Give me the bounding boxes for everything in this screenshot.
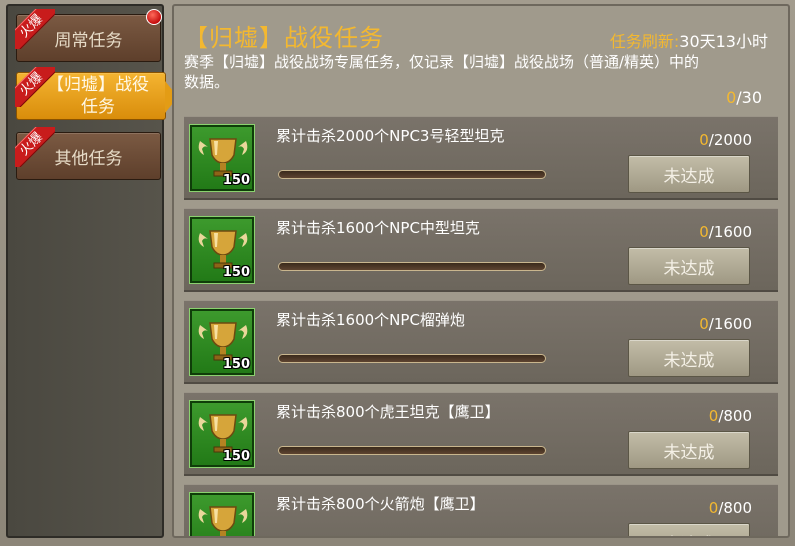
task-row: 150 累计击杀800个虎王坦克【鹰卫】 0/800 未达成 xyxy=(184,392,778,476)
task-row: 150 累计击杀1600个NPC中型坦克 0/1600 未达成 xyxy=(184,208,778,292)
reward-count: 150 xyxy=(222,265,250,280)
hot-badge: 火爆 xyxy=(15,127,55,167)
tab-campaign-tasks[interactable]: 火爆 【归墟】战役任务 xyxy=(15,67,178,120)
task-progress: 0/800 xyxy=(708,499,752,517)
claim-button[interactable]: 未达成 xyxy=(628,431,750,469)
progress-bar xyxy=(278,170,546,179)
reward-count: 150 xyxy=(222,357,250,372)
reward-icon-box[interactable]: 150 xyxy=(189,308,255,376)
task-progress: 0/1600 xyxy=(699,223,752,241)
claim-button[interactable]: 未达成 xyxy=(628,339,750,377)
hot-badge: 火爆 xyxy=(15,67,55,107)
tab-label: 【归墟】战役任务 xyxy=(47,75,149,117)
panel-title: 【归墟】战役任务 xyxy=(184,24,384,52)
task-name: 累计击杀1600个NPC榴弹炮 xyxy=(276,311,465,329)
hot-badge: 火爆 xyxy=(15,9,55,49)
claim-button[interactable]: 未达成 xyxy=(628,247,750,285)
task-row: 150 累计击杀2000个NPC3号轻型坦克 0/2000 未达成 xyxy=(184,116,778,200)
tab-label: 其他任务 xyxy=(54,148,123,169)
reward-count: 150 xyxy=(222,449,250,464)
total-progress: 0/30 xyxy=(726,88,762,107)
claim-button[interactable]: 未达成 xyxy=(628,155,750,193)
reward-icon-box[interactable]: 150 xyxy=(189,216,255,284)
notification-dot xyxy=(146,9,162,25)
panel-description: 赛季【归墟】战役战场专属任务，仅记录【归墟】战役战场（普通/精英）中的数据。 xyxy=(184,53,700,91)
tab-other-tasks[interactable]: 火爆 其他任务 xyxy=(15,127,161,180)
progress-bar xyxy=(278,262,546,271)
progress-bar xyxy=(278,354,546,363)
task-panel: 【归墟】战役任务 任务刷新:30天13小时 赛季【归墟】战役战场专属任务，仅记录… xyxy=(172,4,790,538)
trophy-icon xyxy=(198,506,248,536)
tab-label: 周常任务 xyxy=(54,30,123,51)
task-name: 累计击杀800个火箭炮【鹰卫】 xyxy=(276,495,485,513)
sidebar: 火爆 周常任务 火爆 【归墟】战役任务 火爆 其他任务 xyxy=(6,4,178,538)
progress-bar xyxy=(278,446,546,455)
reward-icon-box[interactable]: 150 xyxy=(189,492,255,536)
claim-button[interactable]: 未达成 xyxy=(628,523,750,536)
task-row: 150 累计击杀1600个NPC榴弹炮 0/1600 未达成 xyxy=(184,300,778,384)
task-name: 累计击杀2000个NPC3号轻型坦克 xyxy=(276,127,505,145)
task-progress: 0/1600 xyxy=(699,315,752,333)
reward-count: 150 xyxy=(222,173,250,188)
task-progress: 0/800 xyxy=(708,407,752,425)
task-name: 累计击杀800个虎王坦克【鹰卫】 xyxy=(276,403,500,421)
refresh-timer: 任务刷新:30天13小时 xyxy=(609,32,768,51)
task-row: 150 累计击杀800个火箭炮【鹰卫】 0/800 未达成 xyxy=(184,484,778,536)
tab-weekly-tasks[interactable]: 火爆 周常任务 xyxy=(15,9,162,62)
game-window: 火爆 周常任务 火爆 【归墟】战役任务 火爆 其他任务 【归墟】战役任务 任务刷… xyxy=(0,0,795,546)
task-name: 累计击杀1600个NPC中型坦克 xyxy=(276,219,480,237)
reward-icon-box[interactable]: 150 xyxy=(189,124,255,192)
task-progress: 0/2000 xyxy=(699,131,752,149)
reward-icon-box[interactable]: 150 xyxy=(189,400,255,468)
